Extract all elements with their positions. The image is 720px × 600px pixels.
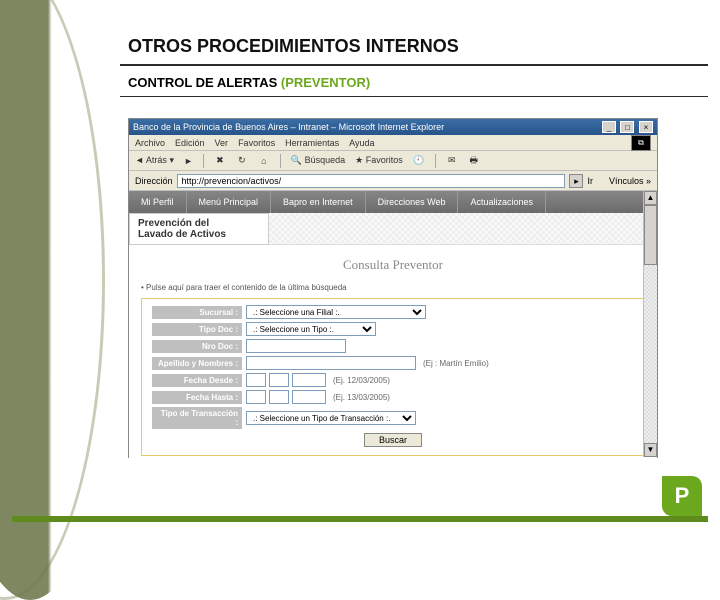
maximize-button[interactable]: □ [620,121,634,133]
content-area: Consulta Preventor • Pulse aquí para tra… [129,245,657,471]
favorites-button[interactable]: ★ Favoritos [355,155,403,166]
hint-apellido: (Ej : Martín Emilio) [423,359,489,368]
label-apellido: Apellido y Nombres : [152,357,242,370]
input-apellido[interactable] [246,356,416,370]
section-tab: Prevención del Lavado de Activos [129,213,269,245]
go-button[interactable]: ▸ [569,174,583,188]
window-titlebar: Banco de la Provincia de Buenos Aires – … [129,119,657,135]
scroll-track[interactable] [644,265,657,443]
address-label: Dirección [135,176,173,186]
subtitle-accent: (PREVENTOR) [281,75,370,90]
menu-favoritos[interactable]: Favoritos [238,138,275,148]
label-tipo-doc: Tipo Doc : [152,323,242,336]
input-fecha-hasta-d[interactable] [246,390,266,404]
input-fecha-desde-m[interactable] [269,373,289,387]
slide-subtitle: CONTROL DE ALERTAS (PREVENTOR) [128,75,370,90]
label-sucursal: Sucursal : [152,306,242,319]
section-header: Prevención del Lavado de Activos [129,213,657,245]
logo-icon: P [662,476,702,516]
search-button[interactable]: 🔍 Búsqueda [291,155,345,166]
nav-mi-perfil[interactable]: Mi Perfil [129,191,187,213]
slide-footer-rule [12,516,708,522]
label-fecha-hasta: Fecha Hasta : [152,391,242,404]
menu-herramientas[interactable]: Herramientas [285,138,339,148]
select-tipo-doc[interactable]: .: Seleccione un Tipo :. [246,322,376,336]
address-input[interactable] [177,174,566,188]
scroll-down-arrow[interactable]: ▼ [644,443,657,457]
select-tipo-transaccion[interactable]: .: Seleccione un Tipo de Transacción :. [246,411,416,425]
scroll-thumb[interactable] [644,205,657,265]
input-fecha-hasta-m[interactable] [269,390,289,404]
select-sucursal[interactable]: .: Seleccione una Filial :. [246,305,426,319]
ie-window: Banco de la Provincia de Buenos Aires – … [128,118,658,458]
label-tipo-transaccion: Tipo de Transacción : [152,407,242,429]
menubar: Archivo Edición Ver Favoritos Herramient… [129,135,657,151]
section-tab-line1: Prevención del [138,218,260,229]
section-header-spacer [269,213,657,245]
addressbar: Dirección ▸ Ir Vínculos » [129,171,657,191]
menu-edicion[interactable]: Edición [175,138,205,148]
buscar-button[interactable]: Buscar [364,433,422,447]
input-fecha-desde-y[interactable] [292,373,326,387]
refresh-icon[interactable]: ↻ [236,155,248,167]
menu-ver[interactable]: Ver [215,138,229,148]
menu-archivo[interactable]: Archivo [135,138,165,148]
slide-title: OTROS PROCEDIMIENTOS INTERNOS [128,36,459,57]
content-heading: Consulta Preventor [141,257,645,273]
home-icon[interactable]: ⌂ [258,155,270,167]
input-fecha-hasta-y[interactable] [292,390,326,404]
label-fecha-desde: Fecha Desde : [152,374,242,387]
window-title: Banco de la Provincia de Buenos Aires – … [133,122,444,132]
menu-ayuda[interactable]: Ayuda [349,138,374,148]
close-button[interactable]: × [639,121,653,133]
links-label[interactable]: Vínculos » [609,176,651,186]
vertical-scrollbar[interactable]: ▲ ▼ [643,191,657,457]
history-icon[interactable]: 🕘 [413,155,425,167]
toolbar: ◄ Atrás ▾ ► ✖ ↻ ⌂ 🔍 Búsqueda ★ Favoritos… [129,151,657,171]
nav-direcciones[interactable]: Direcciones Web [366,191,459,213]
subtitle-plain: CONTROL DE ALERTAS [128,75,281,90]
print-icon[interactable]: 🖶 [468,155,480,167]
throbber-icon: ⧉ [631,135,651,151]
minimize-button[interactable]: _ [602,121,616,133]
app-nav: Mi Perfil Menú Principal Bapro en Intern… [129,191,657,213]
helper-link[interactable]: • Pulse aquí para traer el contenido de … [141,283,645,292]
go-label: Ir [587,176,593,186]
scroll-up-arrow[interactable]: ▲ [644,191,657,205]
nav-actualizaciones[interactable]: Actualizaciones [458,191,546,213]
forward-button[interactable]: ► [184,156,193,166]
input-fecha-desde-d[interactable] [246,373,266,387]
input-nro-doc[interactable] [246,339,346,353]
nav-menu-principal[interactable]: Menú Principal [187,191,272,213]
mail-icon[interactable]: ✉ [446,155,458,167]
section-tab-line2: Lavado de Activos [138,229,260,240]
stop-icon[interactable]: ✖ [214,155,226,167]
label-nro-doc: Nro Doc : [152,340,242,353]
search-form: Sucursal : .: Seleccione una Filial :. T… [141,298,645,456]
back-button[interactable]: ◄ Atrás ▾ [135,155,174,166]
hint-fecha-desde: (Ej. 12/03/2005) [333,376,390,385]
nav-bapro[interactable]: Bapro en Internet [271,191,366,213]
hint-fecha-hasta: (Ej. 13/03/2005) [333,393,390,402]
